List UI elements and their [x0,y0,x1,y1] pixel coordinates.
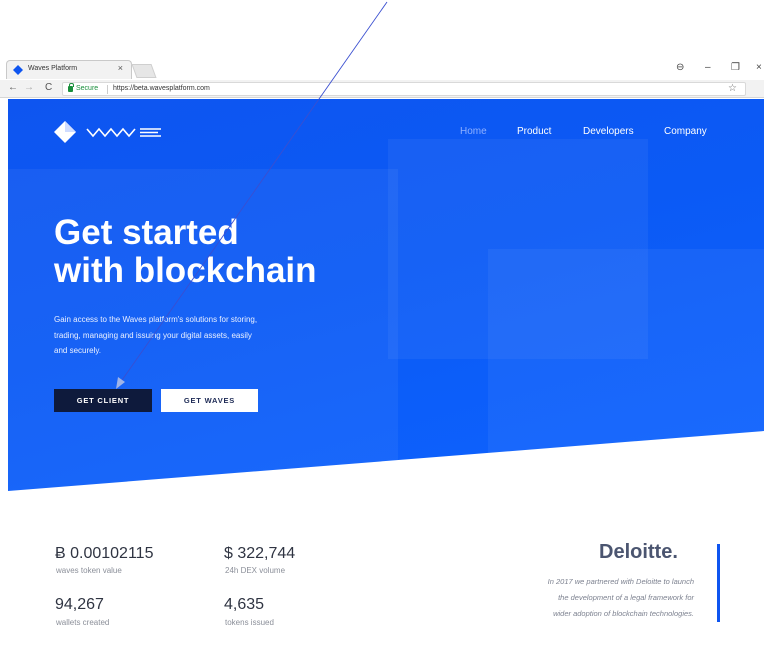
lock-icon [68,83,74,92]
description-line: trading, managing and issuing your digit… [54,330,252,340]
partner-line: wider adoption of blockchain technologie… [553,609,694,618]
nav-company-link[interactable]: Company [664,126,707,137]
stat-label: tokens issued [225,618,274,627]
stat-label: wallets created [56,618,110,627]
omnibox-divider [107,85,108,94]
stat-value: Ƀ 0.00102115 [55,545,154,562]
url-text: https://beta.wavesplatform.com [113,85,210,92]
tab-title: Waves Platform [28,65,78,72]
address-bar: ← → C Secure https://beta.wavesplatform.… [0,80,764,98]
new-tab-button[interactable] [131,64,157,78]
stat-value: 94,267 [55,596,104,613]
nav-home-link[interactable]: Home [460,126,487,137]
forward-arrow-icon[interactable]: → [24,82,34,93]
partner-accent-bar [717,544,720,622]
stat-label: waves token value [56,566,122,575]
hero-description: Gain access to the Waves platform's solu… [54,312,324,359]
waves-wordmark-logo[interactable] [86,125,162,139]
browser-tab-bar: Waves Platform × [0,58,764,80]
nav-product-link[interactable]: Product [517,126,551,137]
nav-developers-link[interactable]: Developers [583,126,634,137]
partner-description: In 2017 we partnered with Deloitte to la… [480,574,694,622]
restore-icon[interactable]: ❐ [731,62,740,73]
headline-line: Get started [54,213,239,252]
partner-line: In 2017 we partnered with Deloitte to la… [547,577,694,586]
headline-line: with blockchain [54,251,317,290]
waves-logo-icon[interactable] [54,121,76,143]
tab-close-icon[interactable]: × [118,63,123,73]
close-window-icon[interactable]: × [756,62,762,73]
stat-value: 4,635 [224,596,265,613]
url-input[interactable]: Secure https://beta.wavesplatform.com ☆ [62,82,746,96]
description-line: Gain access to the Waves platform's solu… [54,315,258,324]
page-title: Get started with blockchain [54,214,394,290]
back-arrow-icon[interactable]: ← [8,82,18,93]
deloitte-logo: Deloitte. [599,541,678,563]
stat-value: $ 322,744 [224,545,296,562]
get-waves-button[interactable]: GET WAVES [161,389,258,412]
hero-section: Home Product Developers Company Get star… [8,99,764,491]
stat-label: 24h DEX volume [225,566,286,575]
hero-panel [488,249,764,491]
get-client-button[interactable]: GET CLIENT [54,389,152,412]
reload-icon[interactable]: C [45,82,52,93]
minimize-icon[interactable]: – [705,62,711,73]
account-icon[interactable]: ⊖ [676,62,684,73]
waves-favicon-icon [13,65,23,75]
browser-tab[interactable]: Waves Platform × [6,60,132,79]
partner-line: the development of a legal framework for [558,593,694,602]
description-line: and securely. [54,346,101,355]
star-icon[interactable]: ☆ [728,83,737,94]
secure-label: Secure [76,85,99,92]
